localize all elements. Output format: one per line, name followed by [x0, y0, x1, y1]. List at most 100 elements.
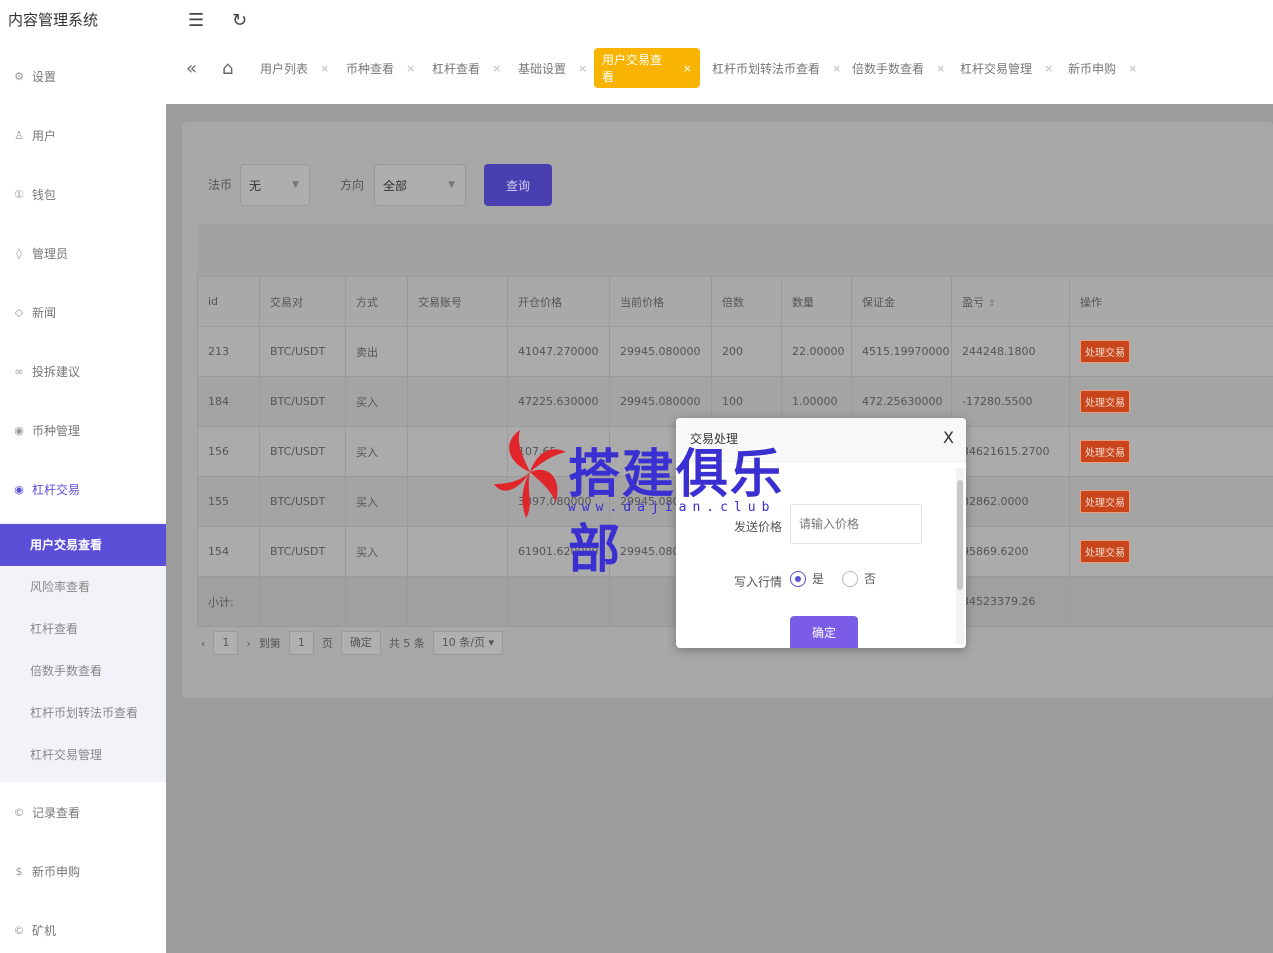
process-trade-button[interactable]: 处理交易: [1080, 540, 1130, 563]
close-icon[interactable]: ×: [1044, 62, 1053, 75]
submenu-item-leverage-trade-management[interactable]: 杠杆交易管理: [0, 734, 166, 776]
tab-leverage-trade-management[interactable]: 杠杆交易管理 ×: [952, 48, 1061, 88]
close-icon[interactable]: ×: [1128, 62, 1137, 75]
table-toolbar: [197, 224, 1273, 276]
sidebar-item-settings[interactable]: ⚙ 设置: [0, 58, 166, 94]
col-actions: 操作: [1069, 276, 1273, 327]
fiat-select[interactable]: 无 ▼: [240, 164, 310, 206]
tab-currency-view[interactable]: 币种查看 ×: [338, 48, 423, 88]
tab-label: 杠杆查看: [432, 61, 481, 76]
tab-user-list[interactable]: 用户列表 ×: [252, 48, 337, 88]
write-market-no-radio[interactable]: 否: [842, 570, 876, 587]
direction-label: 方向: [340, 178, 365, 192]
process-trade-button[interactable]: 处理交易: [1080, 390, 1130, 413]
query-button[interactable]: 查询: [484, 164, 552, 206]
cell-id: 155: [197, 476, 260, 527]
cell-pair: BTC/USDT: [259, 526, 346, 577]
home-icon[interactable]: ⌂: [222, 58, 233, 79]
write-market-yes-radio[interactable]: 是: [790, 570, 824, 587]
chevron-down-icon: ▼: [448, 180, 455, 190]
tab-multiple-lots[interactable]: 倍数手数查看 ×: [844, 48, 953, 88]
dialog-scrollbar[interactable]: [956, 468, 964, 644]
close-icon[interactable]: ×: [406, 62, 415, 75]
refresh-icon[interactable]: ↻: [232, 10, 247, 31]
current-page[interactable]: 1: [213, 631, 239, 655]
submenu-item-leverage-view[interactable]: 杠杆查看: [0, 608, 166, 650]
tab-leverage-view[interactable]: 杠杆查看 ×: [424, 48, 509, 88]
sidebar-item-wallet[interactable]: ① 钱包: [0, 176, 166, 212]
sidebar-item-feedback[interactable]: ∞ 投拆建议: [0, 353, 166, 389]
cell-mode: 买入: [345, 526, 408, 577]
trade-process-dialog: 交易处理 X 发送价格 写入行情 是 否 确定: [676, 418, 966, 648]
col-pair: 交易对: [259, 276, 346, 327]
submenu-item-risk-rate[interactable]: 风险率查看: [0, 566, 166, 608]
process-trade-button[interactable]: 处理交易: [1080, 440, 1130, 463]
location-icon: ◉: [14, 423, 24, 437]
close-icon[interactable]: ×: [578, 62, 587, 75]
close-icon[interactable]: ×: [320, 62, 329, 75]
cell-open-price: 3897.080000: [507, 476, 610, 527]
tab-label: 用户列表: [260, 61, 309, 76]
menu-toggle-icon[interactable]: ☰: [188, 10, 204, 31]
process-trade-button[interactable]: 处理交易: [1080, 340, 1130, 363]
cell-total-label: 小计:: [197, 576, 260, 627]
gear-icon: ⚙: [14, 69, 24, 83]
submenu-item-user-trades[interactable]: 用户交易查看: [0, 524, 166, 566]
sidebar-item-records[interactable]: © 记录查看: [0, 794, 166, 830]
link-icon: ∞: [14, 364, 24, 378]
dialog-confirm-button[interactable]: 确定: [790, 616, 858, 648]
close-icon[interactable]: ×: [683, 62, 692, 75]
cell-total-pnl: 34523379.26: [951, 576, 1070, 627]
sidebar-item-news[interactable]: ◇ 新闻: [0, 294, 166, 330]
next-page-icon[interactable]: ›: [246, 637, 250, 650]
cell-id: 184: [197, 376, 260, 427]
send-price-input[interactable]: [790, 504, 922, 544]
sidebar-item-admins[interactable]: ◊ 管理员: [0, 235, 166, 271]
pagination: ‹ 1 › 到第 1 页 确定 共 5 条 10 条/页 ▾: [197, 628, 507, 658]
submenu-item-multiple-lots[interactable]: 倍数手数查看: [0, 650, 166, 692]
close-icon[interactable]: ×: [832, 62, 841, 75]
cell-account: [407, 376, 508, 427]
table-row: 213 BTC/USDT 卖出 41047.270000 29945.08000…: [197, 326, 1273, 377]
goto-confirm-button[interactable]: 确定: [340, 631, 381, 655]
direction-select[interactable]: 全部 ▼: [374, 164, 466, 206]
sidebar-item-new-coin[interactable]: $ 新币申购: [0, 853, 166, 889]
dialog-title: 交易处理: [690, 432, 739, 446]
submenu-item-transfer-view[interactable]: 杠杆币划转法币查看: [0, 692, 166, 734]
cell-id: 213: [197, 326, 260, 377]
cell-actions: 处理交易: [1069, 426, 1273, 477]
tab-basic-settings[interactable]: 基础设置 ×: [510, 48, 595, 88]
tab-user-trades[interactable]: 用户交易查看 ×: [594, 48, 700, 88]
scrollbar-thumb[interactable]: [957, 480, 963, 590]
sidebar-item-users[interactable]: ♙ 用户: [0, 117, 166, 153]
cell-pnl: 244248.1800: [951, 326, 1070, 377]
sidebar-item-label: 杠杆交易: [32, 482, 81, 497]
cell-open-price: 107.65: [507, 426, 610, 477]
goto-page-input[interactable]: 1: [288, 631, 314, 655]
sidebar-item-leverage-trading[interactable]: ◉ 杠杆交易: [0, 471, 166, 507]
close-icon[interactable]: ×: [492, 62, 501, 75]
tab-transfer-view[interactable]: 杠杆币划转法币查看 ×: [704, 48, 849, 88]
cell-mode: 买入: [345, 476, 408, 527]
cell-pnl: 34621615.2700: [951, 426, 1070, 477]
sidebar-item-label: 矿机: [32, 923, 57, 938]
sidebar: 内容管理系统 ⚙ 设置 ♙ 用户 ① 钱包 ◊ 管理员 ◇ 新闻 ∞ 投拆建议 …: [0, 0, 166, 953]
sort-icon[interactable]: ⇕: [988, 299, 996, 309]
close-icon[interactable]: X: [943, 428, 954, 447]
sidebar-item-miner[interactable]: © 矿机: [0, 912, 166, 948]
process-trade-button[interactable]: 处理交易: [1080, 490, 1130, 513]
cell-id: 156: [197, 426, 260, 477]
prev-page-icon[interactable]: ‹: [201, 637, 205, 650]
cell-id: 154: [197, 526, 260, 577]
tab-new-coin[interactable]: 新币申购 ×: [1060, 48, 1145, 88]
close-icon[interactable]: ×: [936, 62, 945, 75]
col-pnl[interactable]: 盈亏 ⇕: [951, 276, 1070, 327]
cell-margin: 4515.19970000: [851, 326, 952, 377]
col-mode: 方式: [345, 276, 408, 327]
chevron-down-icon: ▼: [292, 180, 299, 190]
tabs-back-icon[interactable]: «: [186, 58, 197, 79]
page-size-select[interactable]: 10 条/页 ▾: [432, 631, 504, 655]
sidebar-item-currency-management[interactable]: ◉ 币种管理: [0, 412, 166, 448]
col-id: id: [197, 276, 260, 327]
sidebar-item-label: 管理员: [32, 246, 69, 261]
